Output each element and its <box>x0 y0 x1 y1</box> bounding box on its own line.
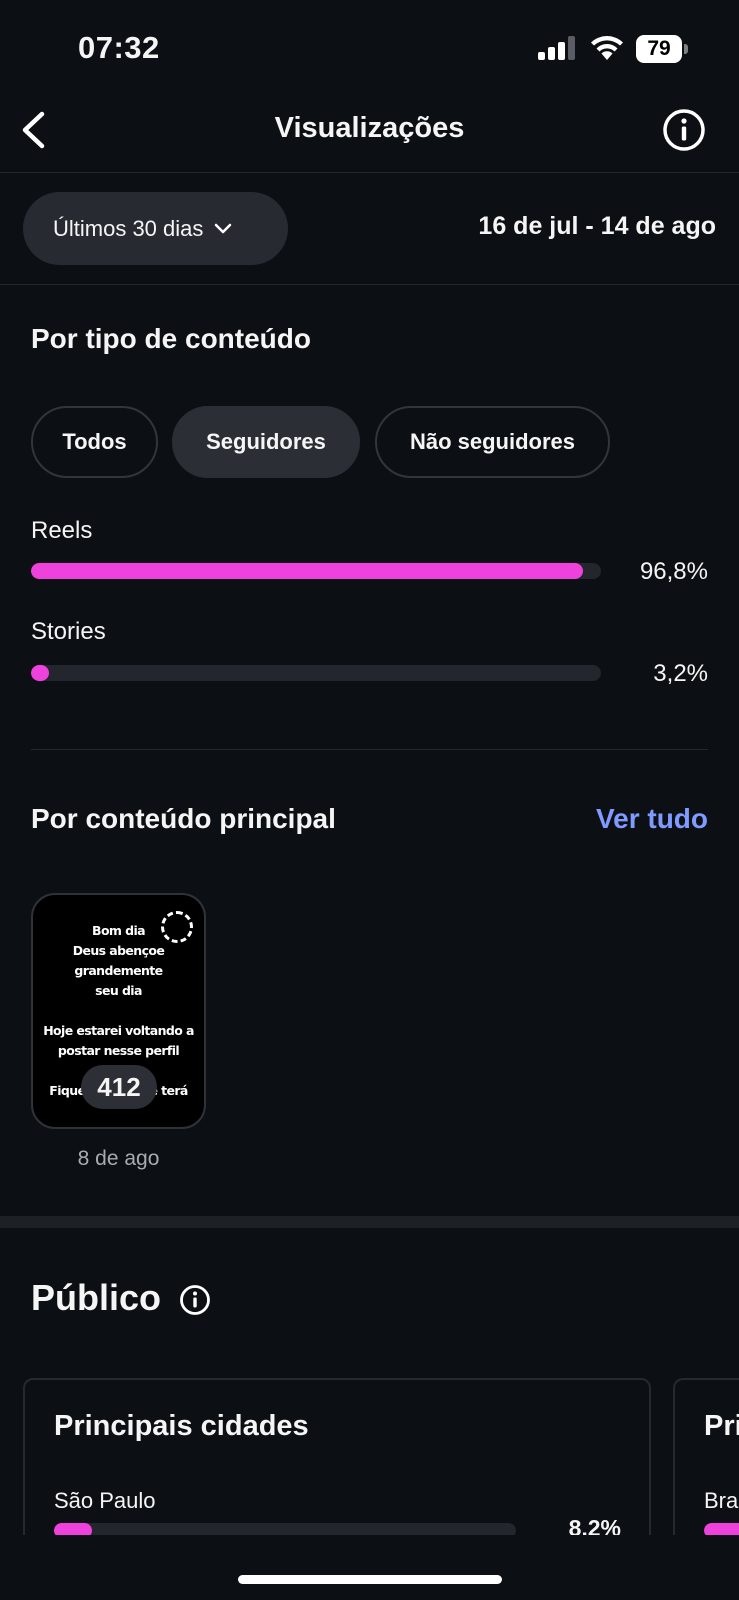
second-card-title: Pri <box>704 1410 739 1442</box>
period-dropdown[interactable]: Últimos 30 dias <box>23 192 288 265</box>
content-type-title: Por tipo de conteúdo <box>31 323 311 354</box>
battery-icon: 79 <box>636 35 688 63</box>
filter-chip-todos[interactable]: Todos <box>31 406 158 478</box>
battery-level: 79 <box>636 35 682 63</box>
section-divider <box>31 749 708 750</box>
period-divider <box>0 284 739 285</box>
page-title: Visualizações <box>274 112 465 144</box>
second-card-label: Bra <box>704 1488 739 1513</box>
bar-percent-reels: 96,8% <box>639 558 708 585</box>
bar-track-stories <box>31 665 601 681</box>
bar-label-reels: Reels <box>31 517 93 544</box>
content-date: 8 de ago <box>77 1147 160 1170</box>
city-label: São Paulo <box>54 1488 156 1513</box>
content-thumbnail[interactable]: Bom dia Deus abençoe grandemente seu dia… <box>31 893 206 1129</box>
audience-title: Público <box>31 1277 162 1318</box>
top-content-title: Por conteúdo principal <box>31 803 336 834</box>
date-range: 16 de jul - 14 de ago <box>478 212 716 240</box>
chevron-down-icon <box>215 223 232 233</box>
loading-spinner-icon <box>161 911 193 943</box>
filter-chip-nao-seguidores[interactable]: Não seguidores <box>375 406 610 478</box>
header-divider <box>0 172 739 173</box>
bar-fill-reels <box>31 563 583 579</box>
status-time: 07:32 <box>78 30 160 65</box>
bar-label-stories: Stories <box>31 618 106 645</box>
bar-fill-stories <box>31 665 50 681</box>
home-area <box>0 1535 739 1600</box>
see-all-link[interactable]: Ver tudo <box>596 803 708 835</box>
period-label: Últimos 30 dias <box>53 215 204 241</box>
bar-track-reels <box>31 563 601 579</box>
bar-percent-stories: 3,2% <box>653 660 708 687</box>
top-cities-title: Principais cidades <box>54 1410 309 1442</box>
info-icon[interactable] <box>662 108 706 152</box>
wifi-icon <box>591 36 623 60</box>
section-separator <box>0 1216 739 1228</box>
cellular-signal-icon <box>538 36 578 60</box>
filter-chip-seguidores[interactable]: Seguidores <box>172 406 360 478</box>
home-indicator[interactable] <box>238 1575 502 1584</box>
view-count-badge: 412 <box>81 1065 157 1109</box>
audience-info-icon[interactable] <box>179 1284 211 1316</box>
